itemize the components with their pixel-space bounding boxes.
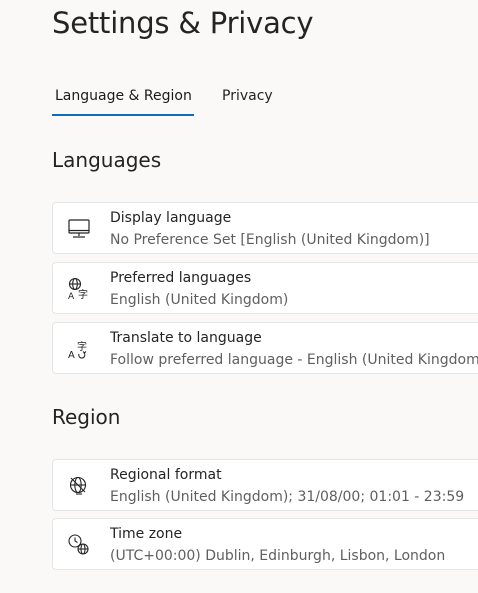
time-zone-icon bbox=[66, 532, 92, 558]
preferred-languages-label: Preferred languages bbox=[110, 270, 252, 286]
regional-format-value: English (United Kingdom); 31/08/00; 01:0… bbox=[110, 489, 465, 505]
svg-text:字: 字 bbox=[77, 340, 87, 353]
time-zone-card[interactable]: Time zone (UTC+00:00) Dublin, Edinburgh,… bbox=[52, 518, 478, 570]
monitor-icon bbox=[66, 216, 92, 242]
tab-bar: Language & Region Privacy bbox=[52, 86, 298, 120]
time-zone-value: (UTC+00:00) Dublin, Edinburgh, Lisbon, L… bbox=[110, 548, 446, 564]
globe-language-icon: A 字 bbox=[66, 276, 92, 302]
translate-icon: A 字 bbox=[66, 336, 92, 362]
display-language-label: Display language bbox=[110, 210, 232, 226]
regional-format-icon bbox=[66, 473, 92, 499]
svg-text:A: A bbox=[68, 292, 75, 302]
settings-page: Settings & Privacy Language & Region Pri… bbox=[0, 0, 478, 593]
time-zone-label: Time zone bbox=[110, 526, 183, 542]
region-heading: Region bbox=[52, 405, 121, 429]
svg-text:字: 字 bbox=[78, 288, 88, 301]
tab-privacy[interactable]: Privacy bbox=[219, 86, 273, 116]
translate-language-label: Translate to language bbox=[110, 330, 262, 346]
regional-format-label: Regional format bbox=[110, 467, 222, 483]
display-language-value: No Preference Set [English (United Kingd… bbox=[110, 232, 430, 248]
regional-format-card[interactable]: Regional format English (United Kingdom)… bbox=[52, 459, 478, 511]
tab-language-region[interactable]: Language & Region bbox=[52, 86, 194, 116]
preferred-languages-value: English (United Kingdom) bbox=[110, 292, 289, 308]
svg-text:A: A bbox=[68, 350, 75, 361]
display-language-card[interactable]: Display language No Preference Set [Engl… bbox=[52, 202, 478, 254]
translate-language-card[interactable]: A 字 Translate to language Follow preferr… bbox=[52, 322, 478, 374]
preferred-languages-card[interactable]: A 字 Preferred languages English (United … bbox=[52, 262, 478, 314]
languages-heading: Languages bbox=[52, 148, 162, 172]
page-title: Settings & Privacy bbox=[52, 6, 314, 40]
translate-language-value: Follow preferred language - English (Uni… bbox=[110, 352, 478, 368]
